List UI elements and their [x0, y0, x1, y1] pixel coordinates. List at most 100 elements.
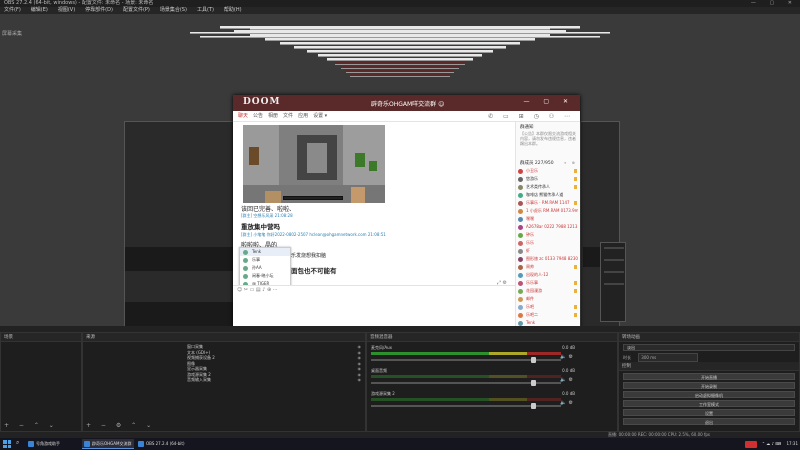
- member-item[interactable]: 小丑乐: [518, 167, 578, 175]
- avatar: [518, 168, 523, 174]
- member-item[interactable]: 乐事乐 · RM.RAM 1147: [518, 199, 578, 207]
- menu-item[interactable]: 工具(T): [197, 7, 214, 13]
- chat-message: 重放集中营吗: [241, 223, 280, 231]
- control-button[interactable]: 开始直播: [623, 373, 795, 380]
- member-item[interactable]: 乐吧: [518, 303, 578, 311]
- visibility-icon[interactable]: ◉: [358, 377, 362, 383]
- tray-app-icon[interactable]: [745, 440, 758, 448]
- taskbar-item[interactable]: 号角游戏助手: [26, 439, 78, 449]
- transition-select[interactable]: 淡出: [623, 344, 795, 351]
- member-item[interactable]: 周帅: [518, 263, 578, 271]
- member-item[interactable]: 邮件: [518, 295, 578, 303]
- member-item[interactable]: 乐乐: [518, 239, 578, 247]
- volume-slider[interactable]: [371, 403, 561, 409]
- member-item[interactable]: 钟乐: [518, 231, 578, 239]
- mixer-speaker-icon[interactable]: 🔈⚙: [560, 377, 575, 383]
- taskbar-item[interactable]: OBS 27.2.4 (64-bit): [136, 439, 186, 449]
- windows-start-icon[interactable]: [3, 440, 11, 448]
- scenes-dock-buttons[interactable]: + − ⌃ ⌄: [4, 422, 58, 429]
- menu-item[interactable]: 视图(V): [58, 7, 75, 13]
- minecraft-screenshot[interactable]: [243, 125, 385, 203]
- taskbar-item[interactable]: 辟奇乐OHGAM交流群: [82, 439, 134, 449]
- mention-option[interactable]: 乐事: [240, 256, 290, 264]
- tab-2[interactable]: 相册: [268, 113, 278, 119]
- tray-icons[interactable]: ⌃ ☁ ♪ ⌨: [762, 441, 782, 446]
- mixer-track[interactable]: 麦克风/Aux 0.0 dB 🔈⚙: [371, 345, 575, 367]
- mixer-speaker-icon[interactable]: 🔈⚙: [560, 400, 575, 406]
- recursive-window-frame: [307, 50, 493, 53]
- slider-handle[interactable]: [531, 380, 536, 386]
- track-name: 桌面音频: [371, 368, 387, 373]
- track-name: 游戏源采集 2: [371, 391, 395, 396]
- scenes-dock[interactable]: 场景 + − ⌃ ⌄: [0, 332, 82, 432]
- tab-1[interactable]: 公告: [253, 113, 263, 119]
- member-item[interactable]: 出现的人·12: [518, 271, 578, 279]
- slider-handle[interactable]: [531, 403, 536, 409]
- mention-option[interactable]: 闲春-晓小坛: [240, 272, 290, 280]
- duration-value[interactable]: 300 ms: [638, 353, 699, 362]
- menu-item[interactable]: 文件(F): [4, 7, 21, 13]
- member-item[interactable]: A2678ar 0222 7988 1213: [518, 223, 578, 231]
- member-item[interactable]: 虾: [518, 247, 578, 255]
- menu-item[interactable]: 停靠部件(D): [85, 7, 113, 13]
- member-item[interactable]: 嘿嘿: [518, 215, 578, 223]
- member-name: 乐乐事: [526, 280, 538, 285]
- avatar: [518, 272, 523, 278]
- recursive-preview-left: [124, 121, 234, 326]
- mention-option[interactable]: Tenk: [240, 248, 290, 256]
- tab-3[interactable]: 文件: [283, 113, 293, 119]
- member-tools-icons[interactable]: ⌕ ⊕: [564, 160, 577, 165]
- input-toolbar[interactable]: ☺ ✂ ▭ ▤ ♪ ⊕ ⋯: [237, 287, 278, 293]
- avatar: [518, 264, 523, 270]
- volume-meter: [371, 375, 561, 378]
- control-button[interactable]: 退出: [623, 418, 795, 425]
- mixer-track[interactable]: 桌面音频 0.0 dB 🔈⚙: [371, 368, 575, 390]
- member-item[interactable]: 花园漫游: [518, 287, 578, 295]
- member-name: 花园漫游: [526, 288, 542, 293]
- control-button[interactable]: 开始录制: [623, 382, 795, 389]
- member-item[interactable]: 咖啡店 熊猫传承人道: [518, 191, 578, 199]
- control-button[interactable]: 启动虚拟摄像机: [623, 391, 795, 398]
- tab-0[interactable]: 聊天: [238, 113, 248, 119]
- mention-popup[interactable]: Tenk 乐事 孙AA 闲春-晓小坛 @ TIGER: [239, 247, 291, 285]
- menu-item[interactable]: 编辑(E): [31, 7, 48, 13]
- menu-item[interactable]: 配置文件(P): [123, 7, 150, 13]
- avatar: [518, 216, 523, 222]
- window-controls[interactable]: — ▢ ✕: [751, 0, 798, 7]
- sources-dock[interactable]: 来源 窗口采集 ◉ 文本 (GDI+) ◉ 视频捕获设备 2 ◉ 图像 ◉ 显示器采集 ◉ 游戏源采…: [82, 332, 366, 432]
- recursive-window-frame: [346, 70, 454, 73]
- mixer-track[interactable]: 游戏源采集 2 0.0 dB 🔈⚙: [371, 391, 575, 413]
- search-icon[interactable]: ⌕: [16, 439, 19, 447]
- sources-dock-buttons[interactable]: + − ⚙ ⌃ ⌄: [86, 422, 155, 429]
- transitions-controls-dock[interactable]: 转场动画 淡出 时长 300 ms 控制 开始直播 开始录制 启动虚拟摄像机 工作室模…: [618, 332, 800, 432]
- member-item[interactable]: 1 小虎乐 RM.RAM 0173.9m: [518, 207, 578, 215]
- member-item[interactable]: 图形旅 zc 0133 7948 8230: [518, 255, 578, 263]
- member-item[interactable]: 艺术类传承人: [518, 183, 578, 191]
- member-item[interactable]: 乐吧二: [518, 311, 578, 319]
- control-button[interactable]: 工作室模式: [623, 400, 795, 407]
- mention-option[interactable]: 孙AA: [240, 264, 290, 272]
- mixer-dock[interactable]: 音频混音器 麦克风/Aux 0.0 dB 🔈⚙ 桌面音频 0.0 dB 🔈⚙ 游戏源采集 2…: [366, 332, 618, 432]
- menu-item[interactable]: 场景集合(S): [160, 7, 187, 13]
- qq-chat-window[interactable]: DOOM 辟奇乐OHGAM咩交流群 ☺ — ▢ ✕ 聊天 公告 相册 文件 应用 设置 ▾…: [233, 95, 580, 345]
- mixer-speaker-icon[interactable]: 🔈⚙: [560, 354, 575, 360]
- volume-meter: [371, 352, 561, 355]
- transition-duration[interactable]: 时长 300 ms: [623, 353, 795, 362]
- volume-slider[interactable]: [371, 380, 561, 386]
- volume-slider[interactable]: [371, 357, 561, 363]
- tab-5[interactable]: 设置 ▾: [313, 113, 327, 119]
- member-badge-icon: [574, 305, 577, 309]
- group-title: 辟奇乐OHGAM咩交流群 ☺: [371, 101, 445, 108]
- chat-history[interactable]: 该回已完善、啦啦、 [群主] 空想乐风采 21:08:28 重放集中营吗 [群主…: [233, 122, 515, 285]
- member-item[interactable]: 乐乐事: [518, 279, 578, 287]
- control-button[interactable]: 设置: [623, 409, 795, 416]
- qq-window-controls[interactable]: — ▢ ✕: [523, 98, 574, 105]
- tab-4[interactable]: 应用: [298, 113, 308, 119]
- member-name: 小丑乐: [526, 168, 538, 173]
- slider-handle[interactable]: [531, 357, 536, 363]
- menu-item[interactable]: 帮助(H): [224, 7, 242, 13]
- source-item[interactable]: 音频输入采集 ◉: [183, 377, 365, 383]
- system-tray[interactable]: ⌃ ☁ ♪ ⌨ 17:31: [745, 440, 798, 448]
- qq-toolbar-icons[interactable]: ✆ ▭ ⊞ ◷ ⚇ ⋯: [488, 111, 574, 122]
- member-item[interactable]: 悠游乐: [518, 175, 578, 183]
